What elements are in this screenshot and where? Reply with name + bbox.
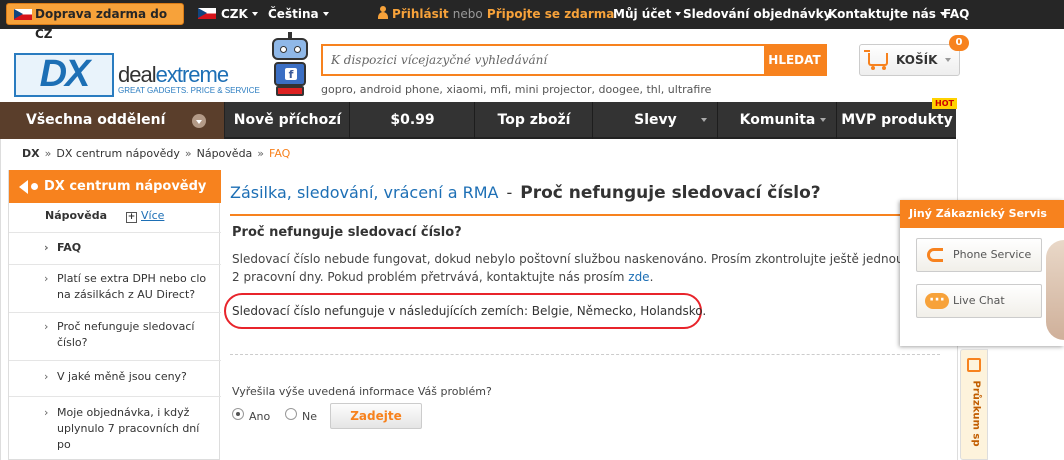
logo-name-part1: deal	[118, 62, 157, 87]
sidebar-section-title: Nápověda	[45, 209, 107, 222]
top-bar: Doprava zdarma do CZ CZK Čeština Přihlás…	[0, 0, 1064, 41]
chat-bubble-icon	[925, 284, 949, 316]
user-icon	[378, 6, 388, 19]
article-title: Proč nefunguje sledovací číslo?	[520, 183, 821, 203]
feedback-yes-label[interactable]: Ano	[249, 410, 270, 423]
all-departments-label: Všechna oddělení	[26, 112, 166, 128]
breadcrumb-home[interactable]: DX	[22, 147, 40, 160]
live-chat-button[interactable]: Live Chat	[916, 284, 1042, 318]
breadcrumb: DX» DX centrum nápovědy» Nápověda» FAQ	[22, 147, 291, 160]
chevron-down-icon	[945, 58, 951, 62]
logo-name-part2: extreme	[155, 62, 229, 87]
my-account-label: Můj účet	[613, 7, 672, 21]
language-label: Čeština	[268, 7, 319, 21]
czech-flag-icon	[198, 8, 216, 19]
customer-service-widget: Jiný Zákaznický Servis Phone Service Liv…	[900, 200, 1064, 346]
breadcrumb-help[interactable]: Nápověda	[197, 147, 253, 160]
site-header: DX dealextreme GREAT GADGETS. PRICE & SE…	[0, 29, 1064, 102]
cart-count-badge: 0	[949, 35, 969, 51]
all-departments-menu[interactable]: Všechna oddělení	[0, 102, 225, 139]
nav-deals-label: Slevy	[634, 112, 677, 128]
breadcrumb-help-center[interactable]: DX centrum nápovědy	[56, 147, 180, 160]
feedback-no-label[interactable]: Ne	[302, 410, 317, 423]
feedback-no-radio[interactable]	[285, 408, 297, 420]
sidebar-more-link[interactable]: Více	[126, 209, 164, 223]
facebook-icon: f	[285, 68, 297, 81]
feedback-yes-radio[interactable]	[232, 408, 244, 420]
survey-tab[interactable]: Průzkum sp	[960, 349, 988, 460]
register-link[interactable]: Připojte se zdarma	[487, 7, 614, 21]
article-category-link[interactable]: Zásilka, sledování, vrácení a RMA	[230, 183, 498, 202]
main-nav: Všechna oddělení Nově příchozí $0.99 Top…	[0, 98, 957, 139]
chevron-down-icon	[251, 12, 258, 16]
contact-label: Kontaktujte nás	[828, 7, 936, 21]
cart-button[interactable]: KOŠÍK	[859, 44, 960, 76]
chevron-down-icon	[701, 118, 707, 122]
faq-link[interactable]: FAQ	[943, 0, 969, 29]
hot-badge: HOT	[932, 98, 957, 109]
article-note: Sledovací číslo nefunguje v následujícíc…	[232, 304, 707, 318]
feedback-submit-button[interactable]: Zadejte	[330, 403, 422, 429]
or-text: nebo	[452, 7, 483, 21]
page-title: Zásilka, sledování, vrácení a RMA - Proč n…	[230, 183, 821, 203]
sidebar-item-tracking[interactable]: Proč nefunguje sledovací číslo?	[9, 312, 221, 358]
live-chat-label: Live Chat	[953, 294, 1005, 307]
title-separator: -	[506, 183, 513, 202]
chevron-down-icon	[192, 114, 206, 128]
nav-top-products[interactable]: Top zboží	[476, 102, 593, 139]
nav-deals[interactable]: Slevy	[594, 102, 718, 139]
sidebar-item-vat[interactable]: Platí se extra DPH nebo clo na zásilkách…	[9, 264, 221, 310]
robot-mascot-icon[interactable]: f	[264, 32, 316, 100]
shopping-cart-icon	[864, 50, 888, 70]
chevron-down-icon	[820, 118, 826, 122]
logo-wordmark: dealextreme	[118, 62, 229, 88]
free-shipping-badge[interactable]: Doprava zdarma do CZ	[6, 3, 184, 41]
popular-searches[interactable]: gopro, android phone, xiaomi, mfi, mini …	[321, 83, 711, 96]
article-body: Sledovací číslo nebude fungovat, dokud n…	[232, 252, 922, 284]
sidebar-item-faq[interactable]: FAQ	[9, 232, 221, 262]
cart-label: KOŠÍK	[896, 53, 938, 67]
order-tracking-link[interactable]: Sledování objednávky	[683, 0, 831, 29]
search-bar: HLEDAT	[321, 44, 827, 76]
chevron-down-icon	[322, 12, 329, 16]
logo-mark: DX	[14, 53, 114, 97]
customer-service-title: Jiný Zákaznický Servis	[900, 200, 1064, 228]
title-divider	[230, 214, 950, 216]
search-button[interactable]: HLEDAT	[764, 46, 825, 74]
contact-menu[interactable]: Kontaktujte nás	[828, 0, 946, 29]
contact-here-link[interactable]: zde	[628, 270, 649, 284]
phone-icon	[927, 248, 943, 262]
language-selector[interactable]: Čeština	[268, 0, 329, 29]
breadcrumb-current: FAQ	[269, 147, 291, 160]
currency-selector[interactable]: CZK	[198, 0, 258, 29]
survey-label: Průzkum sp	[970, 380, 982, 447]
logo-tagline: GREAT GADGETS. PRICE & SERVICE	[118, 86, 260, 95]
sidebar-title[interactable]: DX centrum nápovědy	[9, 170, 221, 203]
currency-label: CZK	[221, 7, 248, 21]
phone-service-label: Phone Service	[953, 248, 1032, 261]
nav-new-arrivals[interactable]: Nově příchozí	[226, 102, 350, 139]
czech-flag-icon	[14, 9, 32, 20]
sidebar-item-currency[interactable]: V jaké měně jsou ceny?	[9, 360, 221, 394]
nav-community[interactable]: Komunita	[719, 102, 837, 139]
nav-099[interactable]: $0.99	[351, 102, 475, 139]
feedback-question: Vyřešila výše uvedená informace Váš prob…	[232, 385, 492, 398]
search-input[interactable]	[323, 46, 764, 74]
agent-photo	[1046, 240, 1064, 340]
login-area: Přihlásit nebo Připojte se zdarma	[378, 0, 614, 29]
article-subtitle: Proč nefunguje sledovací číslo?	[232, 225, 462, 240]
sidebar-item-order[interactable]: Moje objednávka, i když uplynulo 7 praco…	[9, 396, 221, 460]
article-body-text: Sledovací číslo nebude fungovat, dokud n…	[232, 252, 922, 284]
clipboard-icon	[967, 358, 981, 372]
chevron-down-icon	[675, 12, 682, 16]
help-sidebar: DX centrum nápovědy Nápověda Více FAQ Pl…	[8, 170, 221, 460]
login-link[interactable]: Přihlásit	[392, 7, 449, 21]
phone-service-button[interactable]: Phone Service	[916, 238, 1042, 272]
nav-community-label: Komunita	[739, 112, 816, 128]
dashed-divider	[230, 354, 940, 355]
my-account-menu[interactable]: Můj účet	[613, 0, 682, 29]
